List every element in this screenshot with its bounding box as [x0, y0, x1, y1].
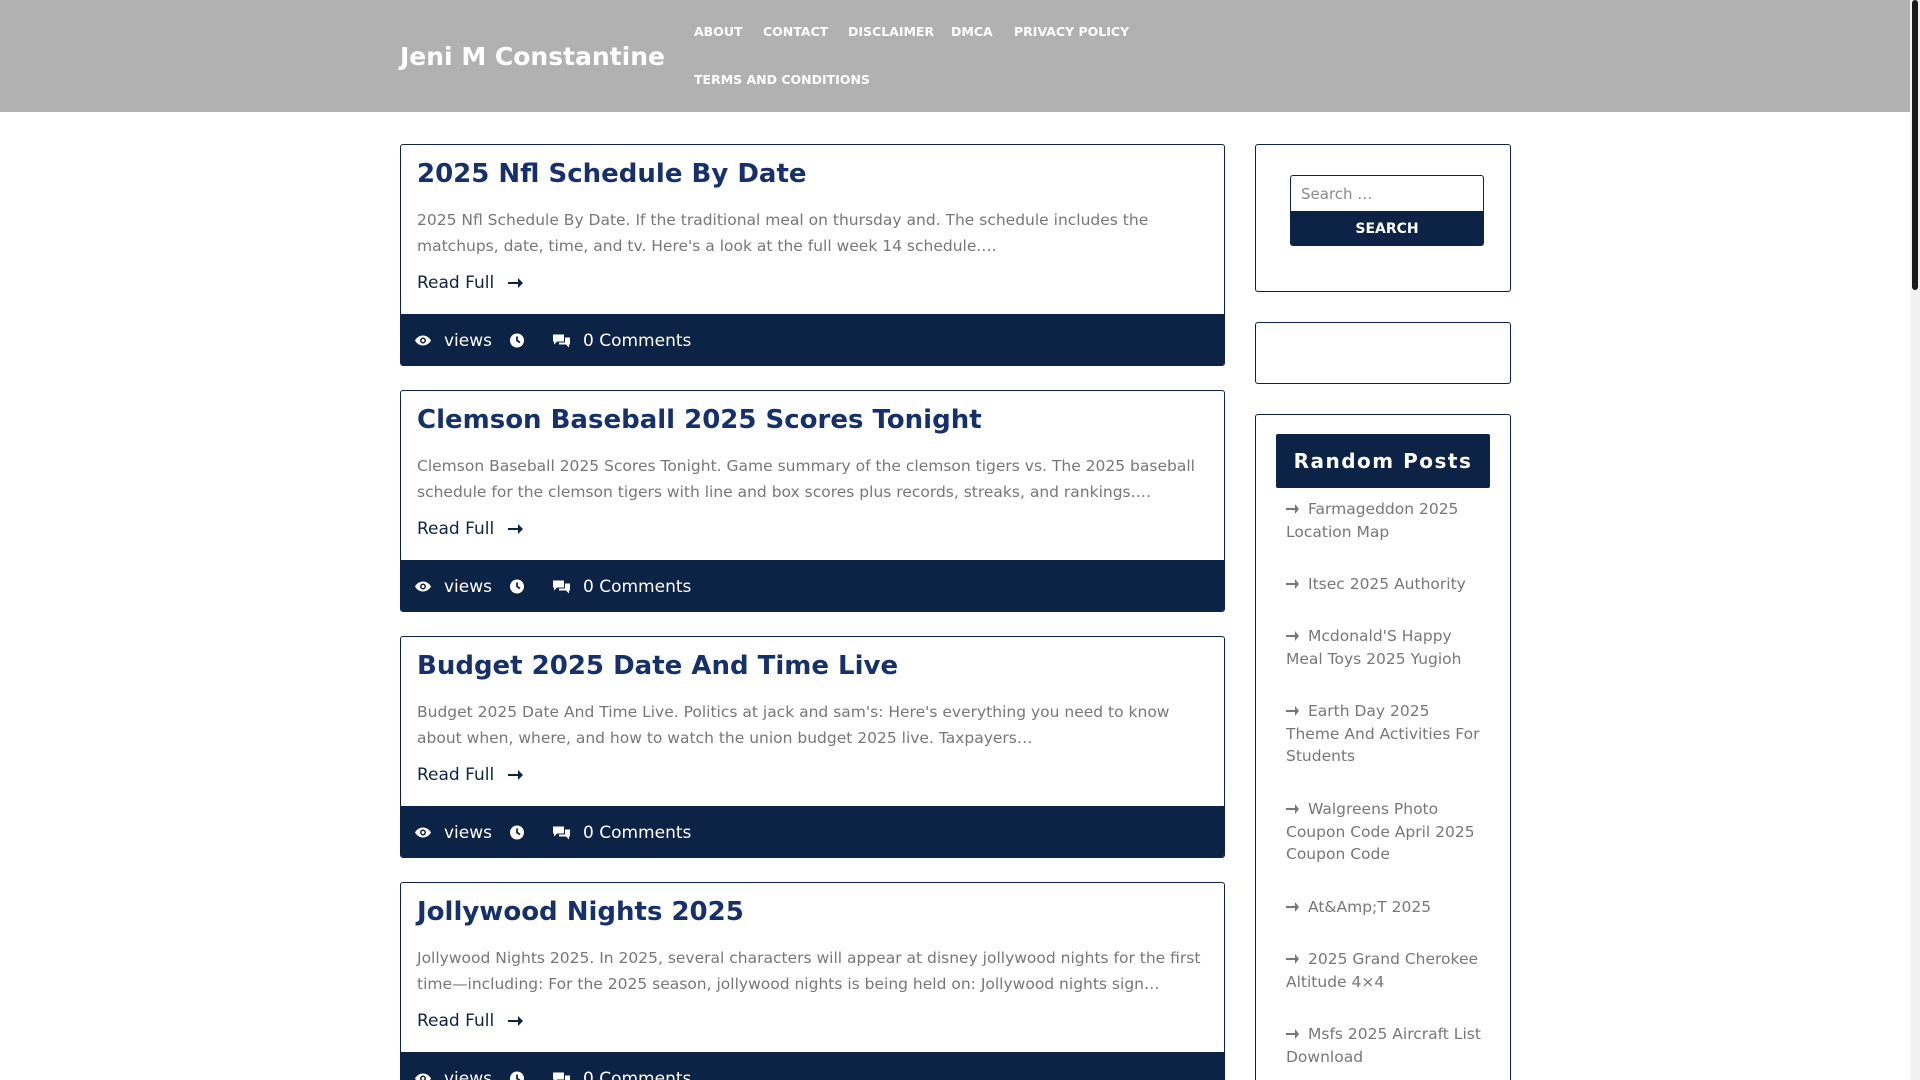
- comments-icon: [553, 1072, 570, 1080]
- arrow-right-icon: [1286, 504, 1299, 514]
- post-title[interactable]: Budget 2025 Date And Time Live: [417, 651, 898, 681]
- random-post-link[interactable]: Mcdonald'S Happy Meal Toys 2025 Yugioh: [1286, 625, 1486, 670]
- nav-item-disclaimer[interactable]: Disclaimer: [848, 24, 934, 39]
- post-views: views: [444, 330, 493, 351]
- arrow-right-icon: [1286, 631, 1299, 641]
- post-card: 2025 Nfl Schedule By Date 2025 Nfl Sched…: [400, 144, 1225, 366]
- post-comments-count[interactable]: 0 Comments: [583, 806, 691, 857]
- eye-icon: [415, 1073, 431, 1080]
- random-post-label: At&Amp;T 2025: [1308, 898, 1432, 916]
- read-more-link[interactable]: Read Full: [417, 1011, 524, 1031]
- post-meta-bar: views 0 Comments: [401, 1052, 1224, 1080]
- search-button[interactable]: Search: [1290, 211, 1484, 246]
- post-title[interactable]: 2025 Nfl Schedule By Date: [417, 159, 807, 189]
- random-post-link[interactable]: Farmageddon 2025 Location Map: [1286, 498, 1486, 543]
- clock-icon: [510, 579, 524, 594]
- arrow-right-icon: [508, 770, 524, 780]
- random-post-label: Mcdonald'S Happy Meal Toys 2025 Yugioh: [1286, 627, 1462, 668]
- random-post-link[interactable]: 2025 Grand Cherokee Altitude 4×4: [1286, 948, 1486, 993]
- nav-item-terms-and-conditions[interactable]: Terms and Conditions: [694, 72, 870, 87]
- scrollbar-thumb[interactable]: [1912, 0, 1918, 290]
- arrow-right-icon: [1286, 579, 1299, 589]
- post-excerpt: Jollywood Nights 2025. In 2025, several …: [417, 949, 1201, 993]
- post-card: Budget 2025 Date And Time Live Budget 20…: [400, 636, 1225, 858]
- random-posts-heading: Random Posts: [1276, 434, 1490, 488]
- random-post-link[interactable]: Walgreens Photo Coupon Code April 2025 C…: [1286, 798, 1486, 866]
- nav-item-dmca[interactable]: DMCA: [951, 24, 993, 39]
- read-more-link[interactable]: Read Full: [417, 519, 524, 539]
- read-more-label: Read Full: [417, 519, 495, 539]
- post-views: views: [444, 822, 493, 843]
- eye-icon: [415, 335, 431, 346]
- random-post-label: 2025 Grand Cherokee Altitude 4×4: [1286, 950, 1479, 991]
- post-comments-count[interactable]: 0 Comments: [583, 1052, 691, 1080]
- eye-icon: [415, 581, 431, 592]
- random-post-link[interactable]: Earth Day 2025 Theme And Activities For …: [1286, 700, 1486, 768]
- random-post-link[interactable]: Msfs 2025 Aircraft List Download: [1286, 1023, 1486, 1068]
- arrow-right-icon: [508, 1016, 524, 1026]
- eye-icon: [415, 827, 431, 838]
- post-excerpt: Clemson Baseball 2025 Scores Tonight. Ga…: [417, 457, 1195, 501]
- clock-icon: [510, 333, 524, 348]
- post-title[interactable]: Clemson Baseball 2025 Scores Tonight: [417, 405, 982, 435]
- comments-icon: [553, 334, 570, 348]
- read-more-label: Read Full: [417, 273, 495, 293]
- random-post-label: Msfs 2025 Aircraft List Download: [1286, 1025, 1481, 1066]
- post-comments-count[interactable]: 0 Comments: [583, 560, 691, 611]
- post-views: views: [444, 1068, 493, 1080]
- comments-icon: [553, 826, 570, 840]
- arrow-right-icon: [1286, 1029, 1299, 1039]
- site-title[interactable]: Jeni M Constantine: [400, 42, 665, 71]
- post-excerpt: Budget 2025 Date And Time Live. Politics…: [417, 703, 1170, 747]
- random-post-label: Farmageddon 2025 Location Map: [1286, 500, 1459, 541]
- read-more-link[interactable]: Read Full: [417, 273, 524, 293]
- read-more-label: Read Full: [417, 1011, 495, 1031]
- clock-icon: [510, 1071, 524, 1080]
- arrow-right-icon: [1286, 902, 1299, 912]
- random-post-label: Walgreens Photo Coupon Code April 2025 C…: [1286, 800, 1475, 863]
- nav-item-privacy-policy[interactable]: Privacy Policy: [1014, 24, 1129, 39]
- arrow-right-icon: [508, 278, 524, 288]
- search-input[interactable]: [1290, 175, 1484, 213]
- random-post-link[interactable]: Itsec 2025 Authority: [1286, 573, 1486, 596]
- arrow-right-icon: [1286, 954, 1299, 964]
- post-card: Clemson Baseball 2025 Scores Tonight Cle…: [400, 390, 1225, 612]
- read-more-label: Read Full: [417, 765, 495, 785]
- nav-item-contact[interactable]: Contact: [763, 24, 828, 39]
- post-meta-bar: views 0 Comments: [401, 314, 1224, 365]
- post-meta-bar: views 0 Comments: [401, 560, 1224, 611]
- arrow-right-icon: [508, 524, 524, 534]
- nav-item-about[interactable]: About: [694, 24, 743, 39]
- random-post-link[interactable]: At&Amp;T 2025: [1286, 896, 1486, 919]
- post-excerpt: 2025 Nfl Schedule By Date. If the tradit…: [417, 211, 1149, 255]
- site-header: Jeni M Constantine About Contact Disclai…: [0, 0, 1910, 112]
- random-posts-widget: Random Posts Farmageddon 2025 Location M…: [1255, 414, 1511, 1080]
- post-comments-count[interactable]: 0 Comments: [583, 314, 691, 365]
- arrow-right-icon: [1286, 706, 1299, 716]
- random-post-label: Earth Day 2025 Theme And Activities For …: [1286, 702, 1480, 765]
- post-views: views: [444, 576, 493, 597]
- empty-widget: [1255, 322, 1511, 384]
- post-card: Jollywood Nights 2025 Jollywood Nights 2…: [400, 882, 1225, 1080]
- post-meta-bar: views 0 Comments: [401, 806, 1224, 857]
- post-title[interactable]: Jollywood Nights 2025: [417, 897, 744, 927]
- read-more-link[interactable]: Read Full: [417, 765, 524, 785]
- clock-icon: [510, 825, 524, 840]
- comments-icon: [553, 580, 570, 594]
- search-widget: Search: [1255, 144, 1511, 292]
- random-post-label: Itsec 2025 Authority: [1308, 575, 1466, 593]
- arrow-right-icon: [1286, 804, 1299, 814]
